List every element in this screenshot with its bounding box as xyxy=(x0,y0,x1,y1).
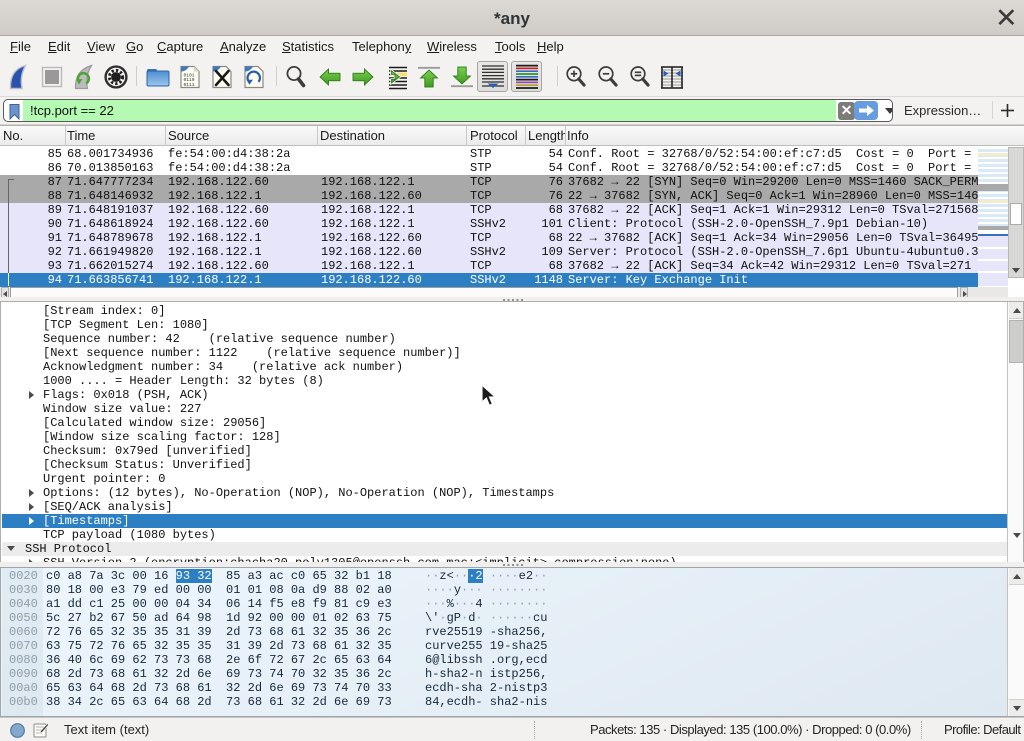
svg-text:0111: 0111 xyxy=(184,82,195,88)
